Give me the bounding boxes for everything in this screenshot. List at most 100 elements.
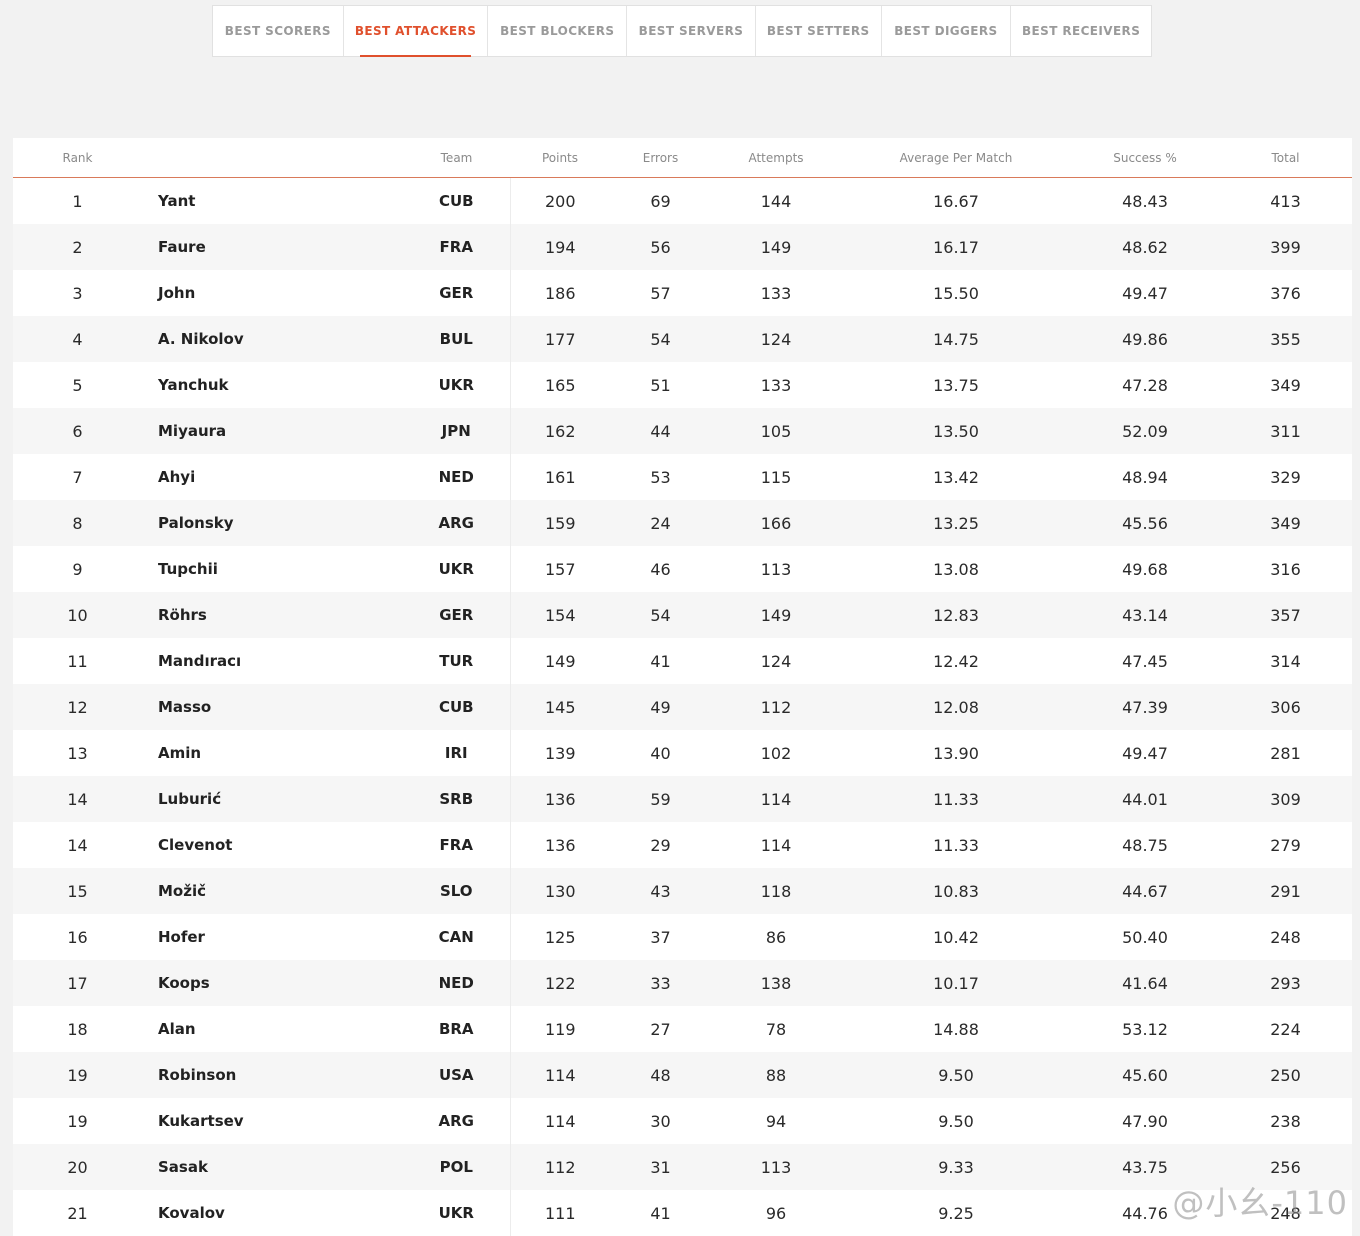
tab-best-setters[interactable]: BEST SETTERS xyxy=(756,6,882,56)
player-cell[interactable]: Ahyi xyxy=(142,454,403,500)
total-header[interactable]: Total xyxy=(1219,138,1352,178)
player-cell[interactable]: Palonsky xyxy=(142,500,403,546)
points-cell: 149 xyxy=(510,638,610,684)
rank-cell: 16 xyxy=(13,914,142,960)
table-row[interactable]: 13AminIRI1394010213.9049.47281 xyxy=(13,730,1352,776)
points-cell: 139 xyxy=(510,730,610,776)
tab-best-attackers[interactable]: BEST ATTACKERS xyxy=(344,6,489,56)
success-cell: 44.01 xyxy=(1071,776,1219,822)
table-row[interactable]: 21KovalovUKR11141969.2544.76248 xyxy=(13,1190,1352,1236)
table-row[interactable]: 2FaureFRA1945614916.1748.62399 xyxy=(13,224,1352,270)
table-row[interactable]: 8PalonskyARG1592416613.2545.56349 xyxy=(13,500,1352,546)
player-cell[interactable]: Luburić xyxy=(142,776,403,822)
table-row[interactable]: 6MiyauraJPN1624410513.5052.09311 xyxy=(13,408,1352,454)
total-cell: 399 xyxy=(1219,224,1352,270)
player-cell[interactable]: Yanchuk xyxy=(142,362,403,408)
player-cell[interactable]: Masso xyxy=(142,684,403,730)
points-cell: 119 xyxy=(510,1006,610,1052)
average-cell: 12.08 xyxy=(841,684,1071,730)
table-row[interactable]: 16HoferCAN125378610.4250.40248 xyxy=(13,914,1352,960)
table-row[interactable]: 18AlanBRA119277814.8853.12224 xyxy=(13,1006,1352,1052)
table-row[interactable]: 14LuburićSRB1365911411.3344.01309 xyxy=(13,776,1352,822)
team-cell: BRA xyxy=(403,1006,510,1052)
player-cell[interactable]: Yant xyxy=(142,178,403,225)
errors-header[interactable]: Errors xyxy=(610,138,711,178)
average-cell: 9.50 xyxy=(841,1098,1071,1144)
rank-header[interactable]: Rank xyxy=(13,138,142,178)
player-cell[interactable]: Kukartsev xyxy=(142,1098,403,1144)
average-cell: 13.08 xyxy=(841,546,1071,592)
total-cell: 413 xyxy=(1219,178,1352,225)
table-row[interactable]: 14ClevenotFRA1362911411.3348.75279 xyxy=(13,822,1352,868)
average-header[interactable]: Average Per Match xyxy=(841,138,1071,178)
player-cell[interactable]: Miyaura xyxy=(142,408,403,454)
total-cell: 355 xyxy=(1219,316,1352,362)
table-row[interactable]: 9TupchiiUKR1574611313.0849.68316 xyxy=(13,546,1352,592)
average-cell: 10.83 xyxy=(841,868,1071,914)
attempts-header[interactable]: Attempts xyxy=(711,138,841,178)
player-cell[interactable]: A. Nikolov xyxy=(142,316,403,362)
player-header[interactable] xyxy=(142,138,403,178)
errors-cell: 69 xyxy=(610,178,711,225)
points-cell: 159 xyxy=(510,500,610,546)
active-tab-underline xyxy=(360,55,472,57)
player-cell[interactable]: Sasak xyxy=(142,1144,403,1190)
player-cell[interactable]: Faure xyxy=(142,224,403,270)
attackers-table: Rank Team Points Errors Attempts Average… xyxy=(13,138,1352,1236)
player-cell[interactable]: Tupchii xyxy=(142,546,403,592)
tab-best-receivers[interactable]: BEST RECEIVERS xyxy=(1011,6,1151,56)
tab-best-scorers[interactable]: BEST SCORERS xyxy=(213,6,344,56)
average-cell: 13.90 xyxy=(841,730,1071,776)
average-cell: 13.25 xyxy=(841,500,1071,546)
success-cell: 48.75 xyxy=(1071,822,1219,868)
rank-cell: 5 xyxy=(13,362,142,408)
table-row[interactable]: 20SasakPOL112311139.3343.75256 xyxy=(13,1144,1352,1190)
points-header[interactable]: Points xyxy=(510,138,610,178)
player-cell[interactable]: Koops xyxy=(142,960,403,1006)
attempts-cell: 124 xyxy=(711,316,841,362)
table-row[interactable]: 11MandıracıTUR1494112412.4247.45314 xyxy=(13,638,1352,684)
points-cell: 161 xyxy=(510,454,610,500)
tab-best-servers[interactable]: BEST SERVERS xyxy=(627,6,756,56)
errors-cell: 48 xyxy=(610,1052,711,1098)
player-cell[interactable]: Röhrs xyxy=(142,592,403,638)
average-cell: 10.17 xyxy=(841,960,1071,1006)
success-cell: 41.64 xyxy=(1071,960,1219,1006)
points-cell: 194 xyxy=(510,224,610,270)
table-row[interactable]: 1YantCUB2006914416.6748.43413 xyxy=(13,178,1352,225)
player-cell[interactable]: Mandıracı xyxy=(142,638,403,684)
player-cell[interactable]: Robinson xyxy=(142,1052,403,1098)
table-row[interactable]: 3JohnGER1865713315.5049.47376 xyxy=(13,270,1352,316)
player-cell[interactable]: Amin xyxy=(142,730,403,776)
table-row[interactable]: 4A. NikolovBUL1775412414.7549.86355 xyxy=(13,316,1352,362)
tab-best-blockers[interactable]: BEST BLOCKERS xyxy=(488,6,627,56)
attempts-cell: 113 xyxy=(711,1144,841,1190)
success-header[interactable]: Success % xyxy=(1071,138,1219,178)
player-cell[interactable]: John xyxy=(142,270,403,316)
table-row[interactable]: 5YanchukUKR1655113313.7547.28349 xyxy=(13,362,1352,408)
table-row[interactable]: 19KukartsevARG11430949.5047.90238 xyxy=(13,1098,1352,1144)
errors-cell: 41 xyxy=(610,1190,711,1236)
attempts-cell: 86 xyxy=(711,914,841,960)
table-row[interactable]: 7AhyiNED1615311513.4248.94329 xyxy=(13,454,1352,500)
team-cell: IRI xyxy=(403,730,510,776)
success-cell: 50.40 xyxy=(1071,914,1219,960)
player-cell[interactable]: Hofer xyxy=(142,914,403,960)
total-cell: 281 xyxy=(1219,730,1352,776)
table-row[interactable]: 17KoopsNED1223313810.1741.64293 xyxy=(13,960,1352,1006)
tab-best-diggers[interactable]: BEST DIGGERS xyxy=(882,6,1012,56)
player-cell[interactable]: Clevenot xyxy=(142,822,403,868)
player-cell[interactable]: Možič xyxy=(142,868,403,914)
rank-cell: 2 xyxy=(13,224,142,270)
average-cell: 15.50 xyxy=(841,270,1071,316)
rank-cell: 13 xyxy=(13,730,142,776)
table-row[interactable]: 19RobinsonUSA11448889.5045.60250 xyxy=(13,1052,1352,1098)
player-cell[interactable]: Alan xyxy=(142,1006,403,1052)
table-row[interactable]: 10RöhrsGER1545414912.8343.14357 xyxy=(13,592,1352,638)
team-header[interactable]: Team xyxy=(403,138,510,178)
errors-cell: 27 xyxy=(610,1006,711,1052)
table-row[interactable]: 15MožičSLO1304311810.8344.67291 xyxy=(13,868,1352,914)
table-row[interactable]: 12MassoCUB1454911212.0847.39306 xyxy=(13,684,1352,730)
player-cell[interactable]: Kovalov xyxy=(142,1190,403,1236)
success-cell: 44.67 xyxy=(1071,868,1219,914)
